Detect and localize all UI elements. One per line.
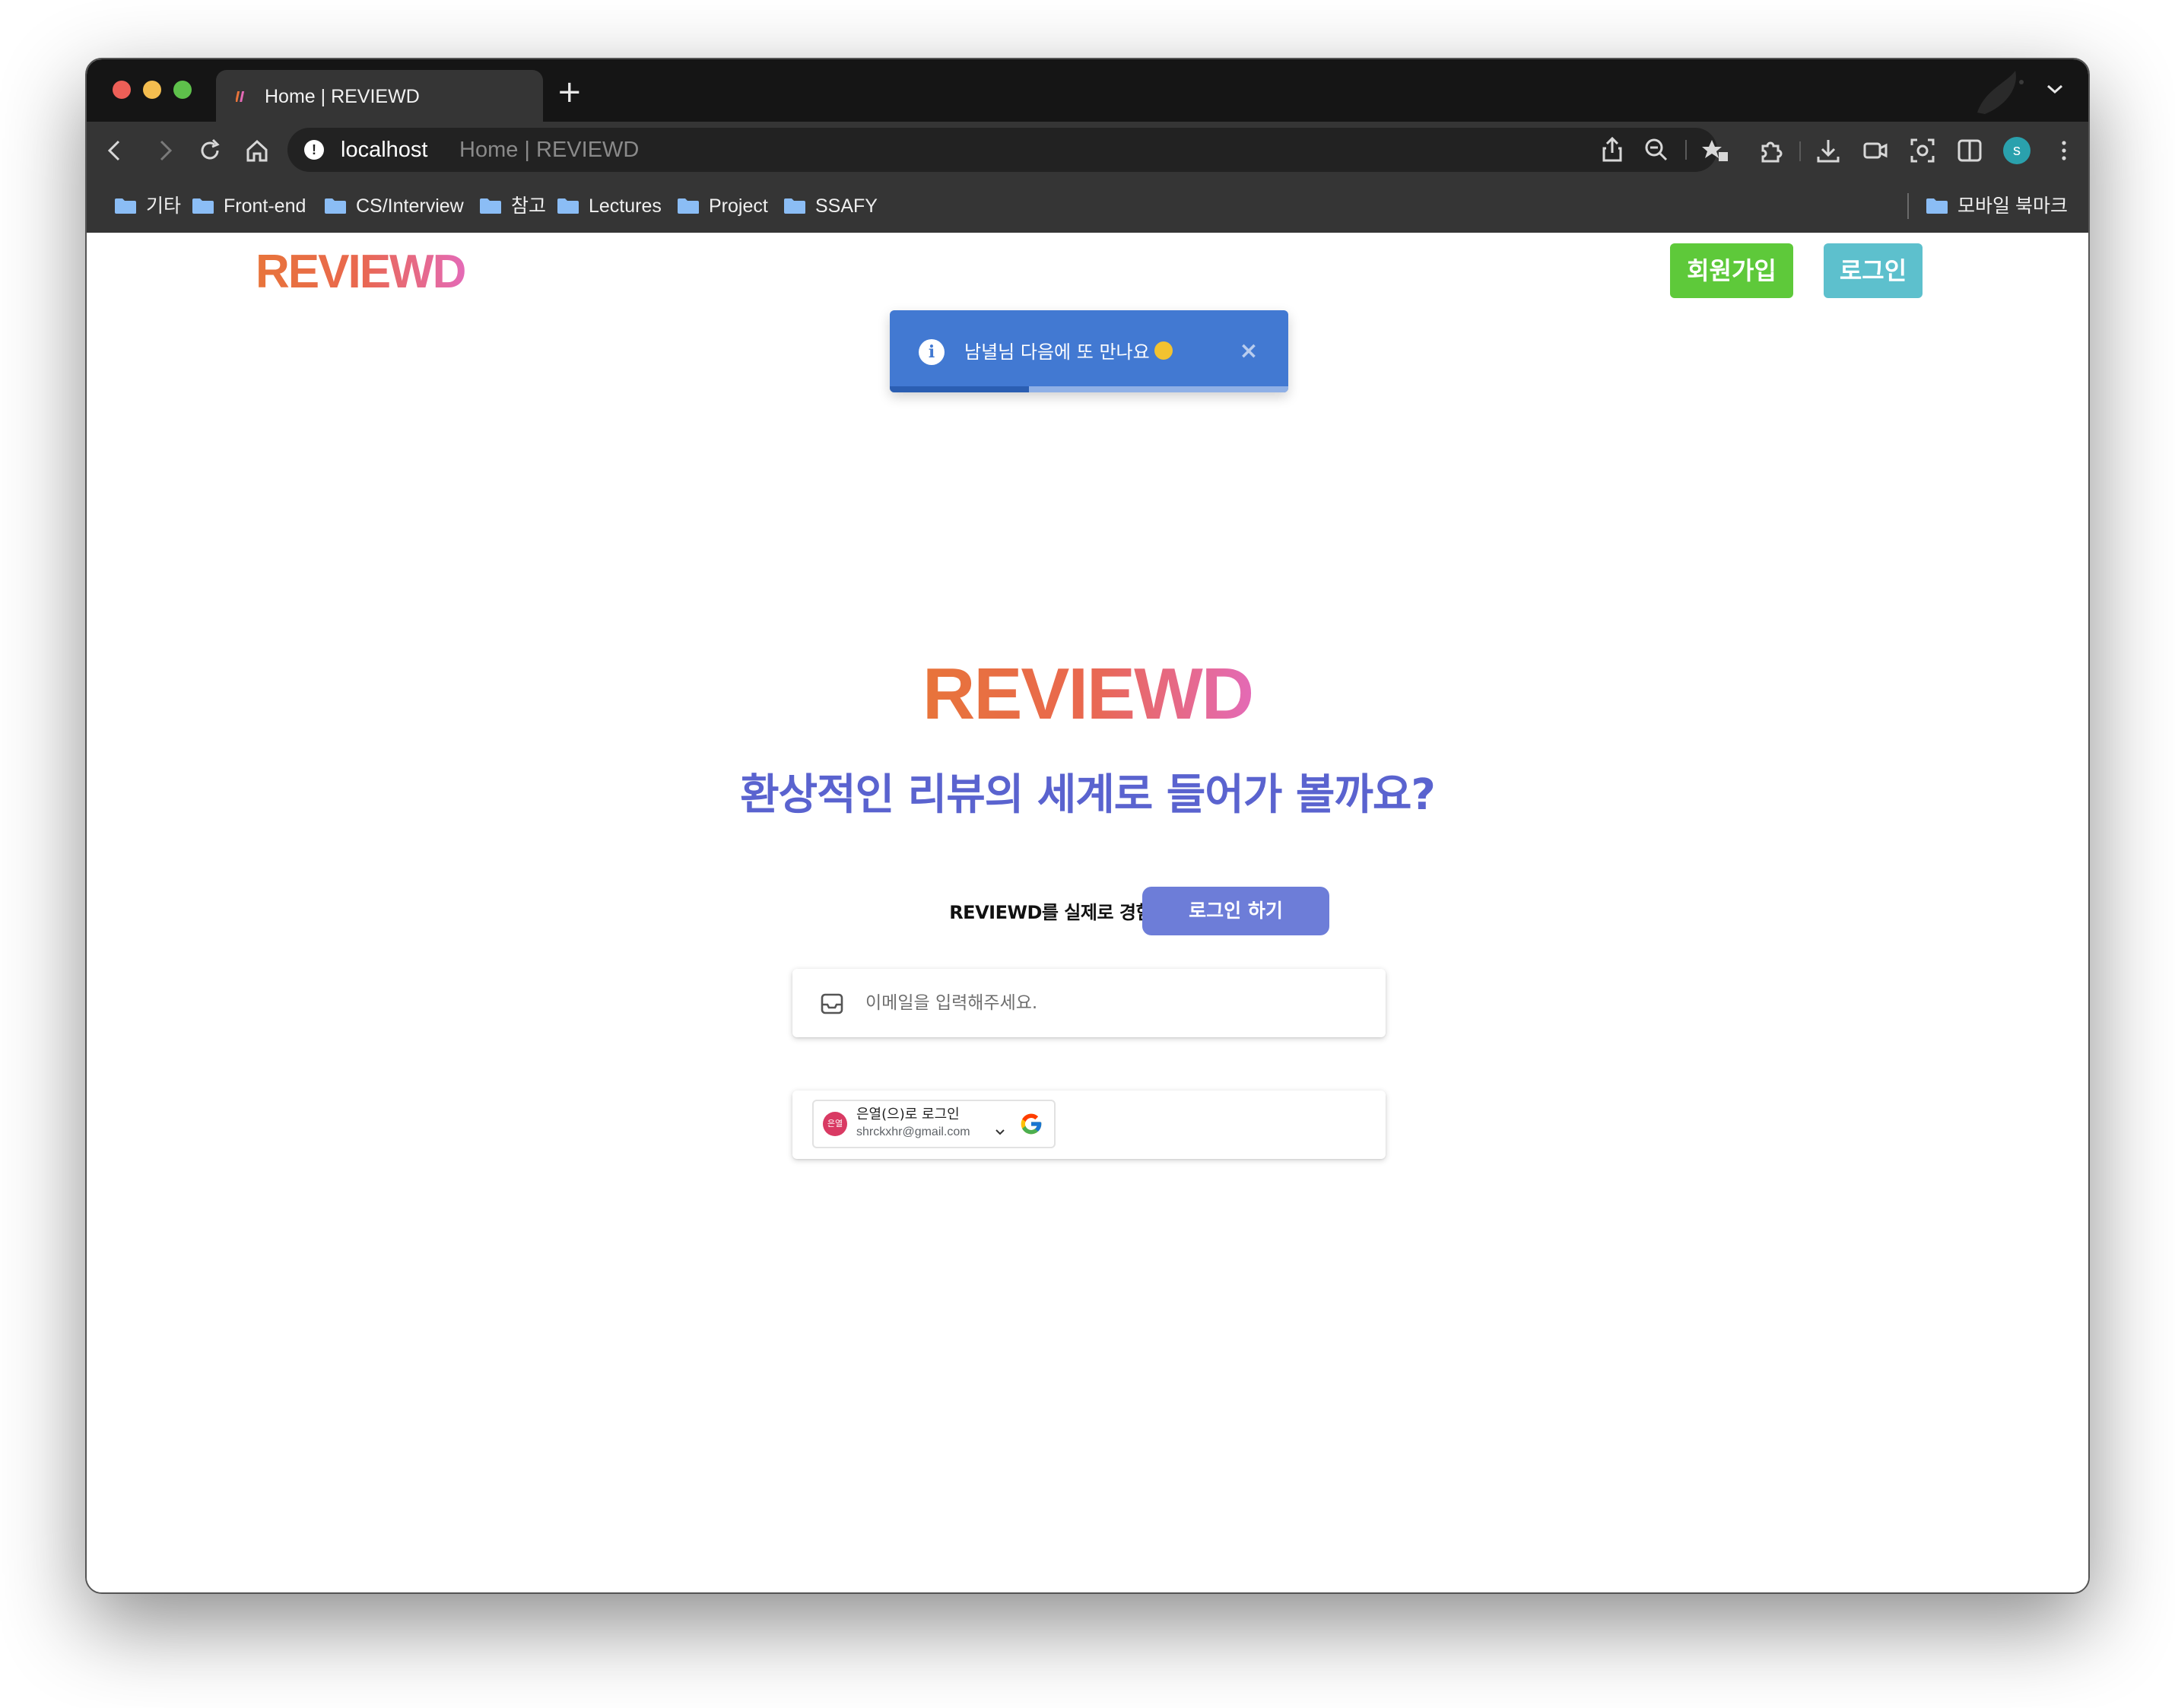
bookmark-folder[interactable]: Front-end (192, 193, 306, 219)
email-input[interactable] (865, 986, 1352, 1021)
google-signin-email: shrckxhr@gmail.com (856, 1125, 970, 1138)
bookmark-label: 기타 (146, 195, 182, 217)
info-icon[interactable]: ! (304, 140, 324, 160)
inbox-icon (821, 993, 843, 1014)
login-button[interactable]: 로그인 (1824, 243, 1923, 298)
login-cta-button[interactable]: 로그인 하기 (1142, 887, 1329, 935)
profile-avatar[interactable]: s (2003, 137, 2031, 164)
sidebar-icon[interactable] (1954, 135, 1985, 166)
bookmark-label: Lectures (589, 195, 662, 217)
screen-record-icon[interactable] (1860, 135, 1891, 166)
minimize-window-button[interactable] (143, 81, 161, 99)
tab-search-chevron-icon[interactable] (2046, 82, 2064, 96)
browser-window: Home | REVIEWD + ! localhost Home | REVI… (85, 58, 2090, 1594)
reload-icon[interactable] (195, 135, 225, 166)
back-icon[interactable] (100, 135, 131, 166)
screenshot-icon[interactable] (1907, 135, 1938, 166)
header-logo[interactable]: REVIEWD (256, 243, 466, 301)
email-form (792, 969, 1386, 1037)
address-page-title: Home | REVIEWD (459, 138, 640, 162)
chevron-down-icon[interactable] (995, 1129, 1005, 1136)
bookmark-label: 모바일 북마크 (1958, 195, 2068, 217)
smile-emoji-icon (1154, 341, 1173, 360)
folder-icon (192, 198, 214, 214)
new-tab-button[interactable]: + (557, 73, 583, 111)
avatar: 은열 (823, 1112, 847, 1136)
bookmark-folder[interactable]: CS/Interview (324, 193, 464, 219)
zoom-out-icon[interactable] (1641, 135, 1672, 165)
bookmark-folder[interactable]: SSAFY (783, 193, 878, 219)
hero-logo: REVIEWD (87, 651, 2088, 737)
bookmark-label: 참고 (511, 195, 547, 217)
bookmark-label: Project (709, 195, 768, 217)
signup-button[interactable]: 회원가입 (1670, 243, 1793, 298)
tab-title: Home | REVIEWD (265, 86, 420, 107)
google-icon (1021, 1113, 1042, 1135)
bookmark-folder[interactable]: 기타 (114, 193, 181, 219)
forward-icon[interactable] (149, 135, 179, 166)
google-signin-button[interactable]: 은열 은열(으)로 로그인 shrckxhr@gmail.com (812, 1100, 1056, 1148)
toolbar-separator (1799, 141, 1801, 161)
tab-home[interactable]: Home | REVIEWD (216, 70, 543, 122)
folder-icon (480, 198, 501, 214)
bookmarks-bar: 기타 Front-end CS/Interview 참고 Lectures Pr… (87, 179, 2088, 233)
extensions-icon[interactable] (1755, 135, 1786, 166)
bookmark-label: SSAFY (815, 195, 878, 217)
favicon-icon (236, 91, 245, 102)
toast-progress-bar (890, 386, 1288, 392)
folder-icon (325, 198, 346, 214)
toast-message: 남녈님 다음에 또 만나요 (964, 338, 1173, 367)
info-icon: i (919, 339, 945, 365)
google-signin-name: 은열(으)로 로그인 (856, 1106, 960, 1122)
folder-icon (784, 198, 805, 214)
bookmark-label: Front-end (224, 195, 306, 217)
share-icon[interactable] (1597, 135, 1627, 165)
toolbar-separator (1685, 140, 1687, 160)
address-host: localhost (341, 138, 428, 162)
hero-headline: 환상적인 리뷰의 세계로 들어가 볼까요? (740, 770, 1436, 820)
bookmarks-divider (1907, 193, 1909, 219)
toast-progress-fill (890, 386, 1030, 392)
more-menu-icon[interactable] (2049, 135, 2079, 166)
close-window-button[interactable] (113, 81, 131, 99)
tab-bar: Home | REVIEWD + (87, 59, 2088, 122)
mobile-bookmarks-folder[interactable]: 모바일 북마크 (1926, 193, 2068, 219)
toolbar: ! localhost Home | REVIEWD s (87, 122, 2088, 179)
bookmark-label: CS/Interview (356, 195, 464, 217)
google-signin-card: 은열 은열(으)로 로그인 shrckxhr@gmail.com (792, 1091, 1386, 1159)
bookmark-folder[interactable]: 참고 (479, 193, 546, 219)
download-icon[interactable] (1813, 135, 1843, 166)
address-bar[interactable]: ! localhost Home | REVIEWD (287, 128, 1717, 172)
maximize-window-button[interactable] (173, 81, 192, 99)
toast-notification: i 남녈님 다음에 또 만나요 × (890, 310, 1288, 392)
bookmark-folder[interactable]: Lectures (557, 193, 662, 219)
web-page: REVIEWD 회원가입 로그인 i 남녈님 다음에 또 만나요 × REVIE… (87, 233, 2088, 1592)
close-icon[interactable]: × (1234, 336, 1264, 367)
folder-icon (678, 198, 699, 214)
folder-icon (1926, 198, 1948, 214)
folder-icon (557, 198, 579, 214)
favorites-icon[interactable] (1700, 135, 1731, 166)
home-icon[interactable] (242, 135, 272, 166)
tab-decoration-icon (1977, 71, 2024, 114)
folder-icon (115, 198, 136, 214)
bookmark-folder[interactable]: Project (677, 193, 768, 219)
